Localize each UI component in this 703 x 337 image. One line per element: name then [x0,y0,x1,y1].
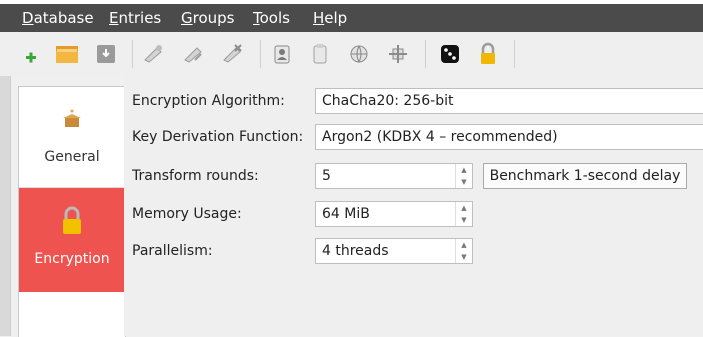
toolbar-separator [132,40,133,68]
settings-icon[interactable] [386,42,410,66]
spinbox-arrows[interactable]: ▲ ▼ [455,202,472,226]
parallelism-spinbox[interactable]: 4 threads ▲ ▼ [315,238,473,264]
parallelism-label: Parallelism: [132,243,213,259]
spinbox-arrows[interactable]: ▲ ▼ [455,164,472,188]
kdf-select[interactable]: Argon2 (KDBX 4 – recommended) [315,124,703,150]
sidebar-item-encryption[interactable]: Encryption [19,188,125,292]
transform-rounds-label: Transform rounds: [132,168,259,184]
menu-bar: Database Entries Groups Tools Help [0,4,703,32]
copy-url-icon[interactable] [347,42,371,66]
encryption-algorithm-label: Encryption Algorithm: [132,93,285,109]
settings-sidebar: General Encryption [18,86,126,337]
save-database-icon[interactable] [94,42,118,66]
copy-password-icon[interactable] [308,42,332,66]
open-database-icon[interactable] [55,42,79,66]
delete-entry-icon[interactable] [220,42,244,66]
sidebar-item-label: Encryption [34,251,110,267]
sidebar-item-label: General [44,149,100,165]
benchmark-button[interactable]: Benchmark 1-second delay [483,163,687,189]
toolbar-separator [260,40,261,68]
transform-rounds-spinbox[interactable]: 5 ▲ ▼ [315,163,473,189]
add-entry-icon[interactable] [141,42,165,66]
kdf-label: Key Derivation Function: [132,129,304,145]
encryption-algorithm-select[interactable]: ChaCha20: 256-bit [315,88,703,114]
transform-rounds-value: 5 [322,168,331,184]
memory-usage-label: Memory Usage: [132,206,242,222]
padlock-icon [60,206,84,234]
left-edge [0,76,11,336]
toolbar-separator [425,40,426,68]
box-open-icon [60,107,84,131]
menu-groups[interactable]: Groups [181,9,234,27]
new-database-icon[interactable] [22,42,46,66]
memory-usage-value: 64 MiB [322,206,370,222]
copy-username-icon[interactable] [270,42,294,66]
sidebar-item-general[interactable]: General [19,87,125,188]
lock-icon[interactable] [476,42,500,66]
dice-icon[interactable] [438,42,462,66]
menu-entries[interactable]: Entries [109,9,161,27]
menu-tools[interactable]: Tools [253,9,290,27]
toolbar-separator [514,40,515,68]
menu-help[interactable]: Help [313,9,347,27]
toolbar [0,32,703,76]
menu-database[interactable]: Database [22,9,94,27]
memory-usage-spinbox[interactable]: 64 MiB ▲ ▼ [315,201,473,227]
parallelism-value: 4 threads [322,243,389,259]
spinbox-arrows[interactable]: ▲ ▼ [455,239,472,263]
edit-entry-icon[interactable] [181,42,205,66]
